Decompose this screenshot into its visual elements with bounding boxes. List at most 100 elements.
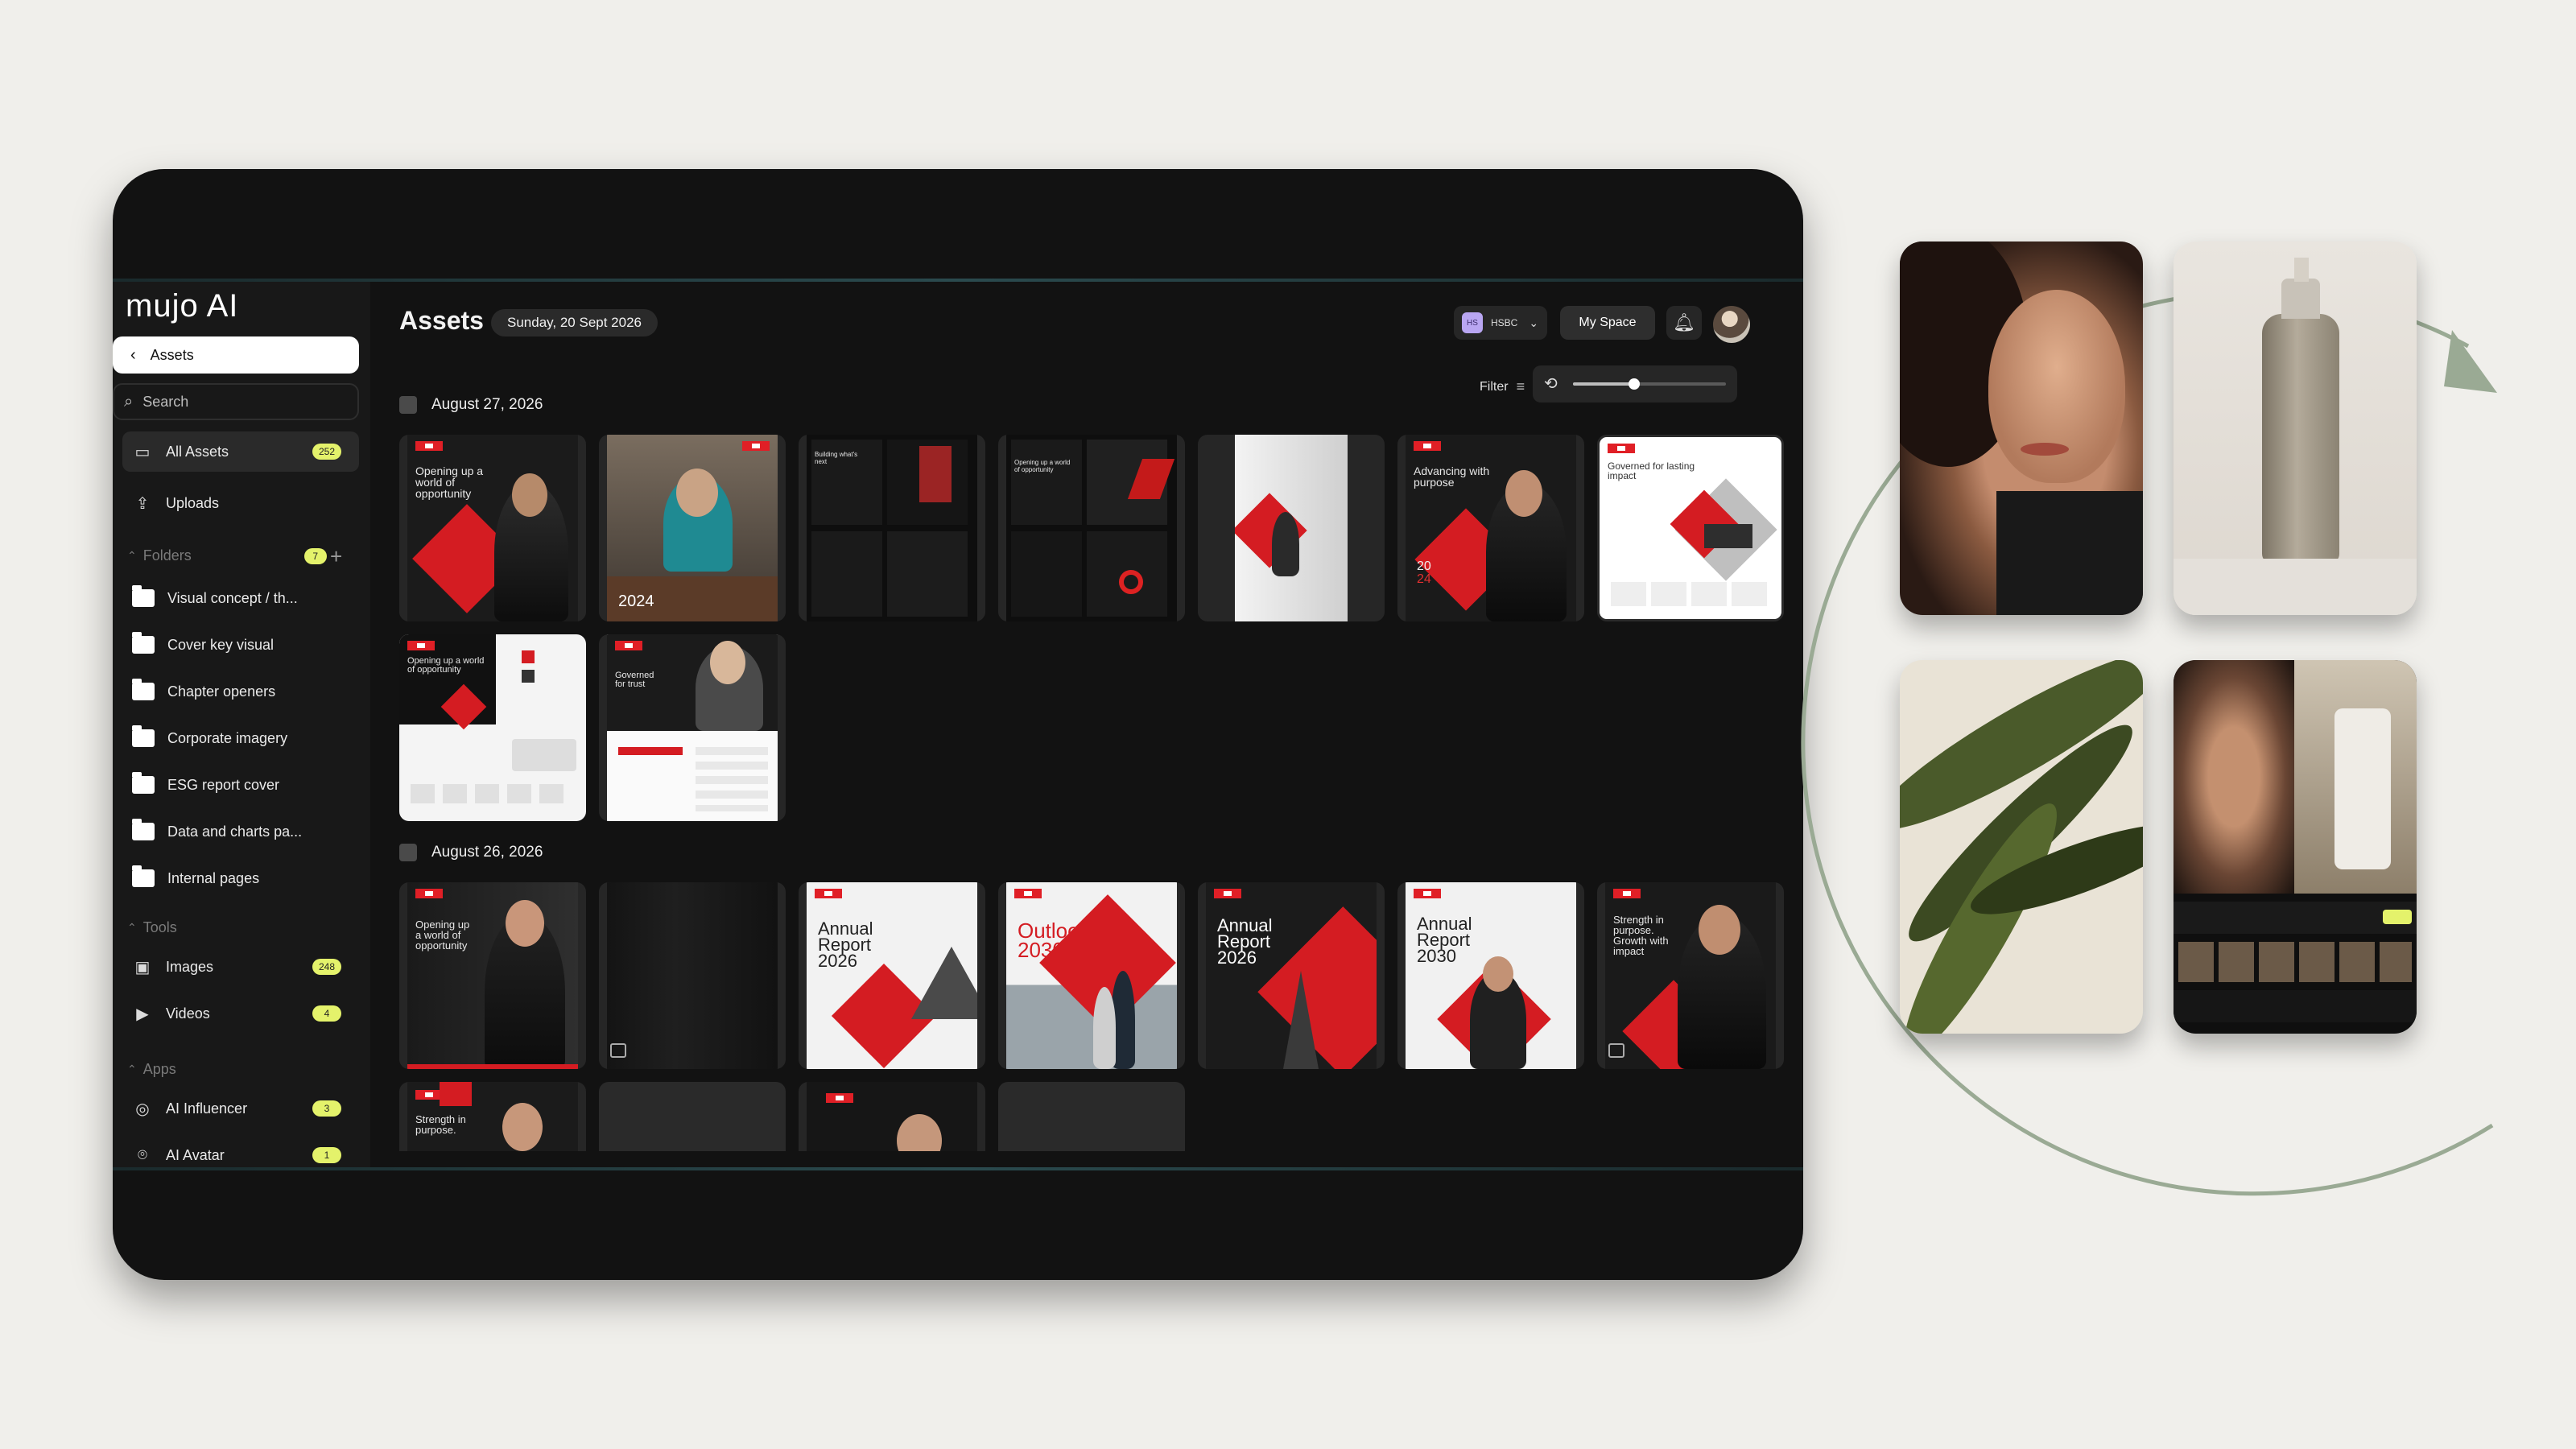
assets-main: Assets Sunday, 20 Sept 2026 HS HSBC ⌄ My… bbox=[386, 282, 1803, 1167]
sidebar-item-label: Uploads bbox=[166, 494, 220, 511]
back-button-label: Assets bbox=[150, 346, 194, 363]
org-logo: HS bbox=[1462, 312, 1483, 333]
asset-thumbnail[interactable]: Governed for trust bbox=[599, 634, 786, 821]
org-switcher[interactable]: HS HSBC ⌄ bbox=[1454, 306, 1547, 340]
asset-thumbnail[interactable]: Strength in purpose. Growth with impact bbox=[1597, 882, 1784, 1069]
zoom-slider-handle[interactable] bbox=[1629, 378, 1640, 390]
filter-button[interactable]: Filter ≡ bbox=[1480, 378, 1525, 395]
bezel-highlight-bottom bbox=[113, 1167, 1803, 1170]
sidebar-item-videos[interactable]: ▶ Videos 4 bbox=[122, 993, 359, 1034]
asset-caption: 2024 bbox=[618, 592, 654, 610]
sidebar-folder-item[interactable]: Data and charts pa... bbox=[122, 811, 359, 852]
tools-section-header[interactable]: ⌃ Tools bbox=[127, 919, 177, 936]
my-space-button[interactable]: My Space bbox=[1560, 306, 1655, 340]
count-badge: 252 bbox=[312, 444, 341, 460]
count-badge: 7 bbox=[303, 547, 327, 564]
asset-caption: Building what's next bbox=[815, 451, 858, 465]
camera-icon: ◎ bbox=[135, 1100, 150, 1118]
video-badge-icon bbox=[610, 1043, 626, 1058]
asset-caption: Strength in purpose. Growth with impact bbox=[1613, 914, 1669, 957]
add-folder-icon[interactable]: + bbox=[330, 544, 342, 569]
folders-section-header[interactable]: ⌃ Folders 7 bbox=[127, 547, 327, 564]
sidebar-folder-item[interactable]: ESG report cover bbox=[122, 765, 359, 805]
chevron-up-icon: ⌃ bbox=[127, 549, 137, 562]
folder-label: Internal pages bbox=[167, 869, 260, 886]
folder-icon bbox=[132, 632, 155, 654]
app-logo: mujo AI bbox=[126, 288, 239, 324]
sidebar-item-ai-avatar[interactable]: ⌾ AI Avatar 1 bbox=[122, 1135, 359, 1167]
asset-thumbnail[interactable] bbox=[1198, 435, 1385, 621]
asset-thumbnail[interactable]: 2024 bbox=[599, 435, 786, 621]
user-avatar[interactable] bbox=[1713, 306, 1750, 343]
folder-label: ESG report cover bbox=[167, 776, 280, 793]
asset-thumbnail[interactable]: Opening up a world of opportunity bbox=[998, 435, 1185, 621]
zoom-slider-track[interactable] bbox=[1573, 378, 1726, 390]
search-placeholder: Search bbox=[142, 393, 189, 410]
upload-icon: ⇪ bbox=[135, 494, 150, 513]
asset-thumbnail[interactable]: Opening up a world of opportunity bbox=[399, 882, 586, 1069]
asset-thumbnail[interactable]: Advancing with purpose 20 24 bbox=[1397, 435, 1584, 621]
group-select-checkbox[interactable] bbox=[399, 396, 417, 414]
chevron-left-icon: ‹ bbox=[130, 345, 136, 364]
asset-thumbnail[interactable]: Opening up a world of opportunity bbox=[399, 435, 586, 621]
asset-thumbnail[interactable]: Opening up a world of opportunity bbox=[399, 634, 586, 821]
sidebar-item-images[interactable]: ▣ Images 248 bbox=[122, 947, 359, 987]
asset-thumbnail[interactable] bbox=[599, 882, 786, 1069]
group-select-checkbox[interactable] bbox=[399, 844, 417, 861]
sidebar-item-label: AI Influencer bbox=[166, 1100, 248, 1117]
folder-icon bbox=[132, 585, 155, 607]
notification-bell-icon[interactable]: 🔔︎ bbox=[1666, 306, 1702, 340]
sidebar-item-ai-influencer[interactable]: ◎ AI Influencer 3 bbox=[122, 1088, 359, 1129]
zoom-slider-control[interactable]: ⟲ bbox=[1533, 365, 1737, 402]
folder-label: Data and charts pa... bbox=[167, 823, 303, 840]
count-badge: 4 bbox=[312, 1005, 341, 1022]
asset-thumbnail[interactable]: Annual Report 2030 bbox=[1397, 882, 1584, 1069]
gallery-image-product bbox=[2174, 242, 2417, 615]
folder-icon bbox=[132, 865, 155, 887]
asset-thumbnail[interactable]: Outlook 2030 bbox=[998, 882, 1185, 1069]
asset-caption: Opening up a world of opportunity bbox=[415, 919, 470, 952]
asset-caption: Annual Report 2030 bbox=[1417, 914, 1472, 966]
apps-section-header[interactable]: ⌃ Apps bbox=[127, 1061, 176, 1078]
asset-thumbnail[interactable]: Annual Report 2026 bbox=[1198, 882, 1385, 1069]
gallery-image-portrait bbox=[1900, 242, 2143, 615]
search-input[interactable]: ⌕ Search bbox=[113, 383, 359, 420]
asset-caption: Governed for trust bbox=[615, 671, 654, 689]
sidebar-folder-item[interactable]: Visual concept / th... bbox=[122, 578, 359, 618]
sidebar-folder-item[interactable]: Chapter openers bbox=[122, 671, 359, 712]
asset-thumbnail[interactable]: Governed for lasting impact bbox=[1597, 435, 1784, 621]
folder-label: Visual concept / th... bbox=[167, 589, 298, 606]
folder-open-icon: ▭ bbox=[134, 443, 151, 461]
search-icon: ⌕ bbox=[124, 392, 134, 411]
folder-icon bbox=[132, 772, 155, 794]
sidebar-item-label: Images bbox=[166, 958, 214, 975]
folder-label: Corporate imagery bbox=[167, 729, 288, 746]
org-name: HSBC bbox=[1491, 317, 1518, 328]
section-label: Tools bbox=[142, 919, 177, 935]
asset-thumbnail[interactable]: Annual Report 2026 bbox=[799, 882, 985, 1069]
folder-icon bbox=[132, 725, 155, 747]
asset-caption: Opening up a world of opportunity bbox=[407, 656, 485, 675]
sidebar-folder-item[interactable]: Internal pages bbox=[122, 858, 359, 898]
sidebar-item-all-assets[interactable]: ▭ All Assets 252 bbox=[122, 431, 359, 472]
sidebar-item-uploads[interactable]: ⇪ Uploads bbox=[122, 483, 359, 523]
gallery-image-app-screen bbox=[2174, 660, 2417, 1034]
image-icon: ▣ bbox=[134, 958, 151, 976]
sidebar-folder-item[interactable]: Corporate imagery bbox=[122, 718, 359, 758]
folder-label: Cover key visual bbox=[167, 636, 275, 653]
asset-caption: Strength in purpose. bbox=[415, 1113, 466, 1136]
asset-caption: Governed for lasting impact bbox=[1608, 460, 1695, 481]
date-pill: Sunday, 20 Sept 2026 bbox=[491, 309, 658, 336]
back-to-assets-button[interactable]: ‹ Assets bbox=[113, 336, 359, 374]
asset-caption: Annual Report 2026 bbox=[1217, 915, 1273, 968]
sidebar-folder-item[interactable]: Cover key visual bbox=[122, 625, 359, 665]
count-badge: 248 bbox=[312, 959, 341, 975]
filter-label: Filter bbox=[1480, 379, 1509, 394]
page-title: Assets bbox=[399, 306, 484, 335]
scroll-mask bbox=[386, 1151, 1803, 1167]
date-group-header: August 26, 2026 bbox=[399, 844, 543, 861]
sidebar: mujo AI ‹ Assets ⌕ Search ▭ All Assets 2… bbox=[113, 282, 370, 1167]
asset-thumbnail[interactable]: Building what's next bbox=[799, 435, 985, 621]
zoom-slider-fill bbox=[1573, 382, 1634, 386]
chevron-down-icon: ⌄ bbox=[1529, 316, 1539, 329]
